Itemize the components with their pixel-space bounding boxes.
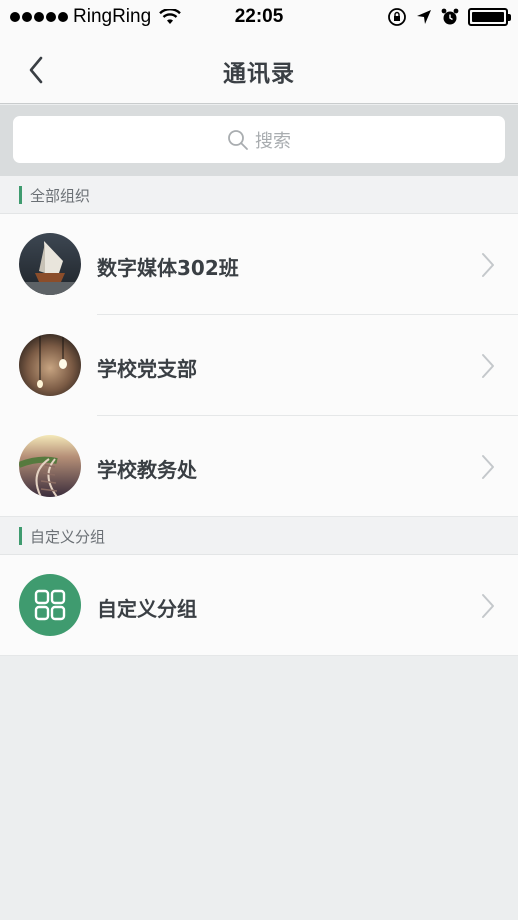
list-item-party-branch[interactable]: 学校党支部 <box>0 315 518 416</box>
page-title: 通讯录 <box>223 61 295 87</box>
section-title: 自定义分组 <box>30 528 106 546</box>
search-area: 搜索 <box>0 105 518 176</box>
section-marker <box>19 527 22 545</box>
status-bar: RingRing 22:05 <box>0 0 518 36</box>
list-item-academic-affairs[interactable]: 学校教务处 <box>0 416 518 517</box>
list-item-label: 学校党支部 <box>97 357 197 381</box>
section-marker <box>19 186 22 204</box>
location-arrow-icon <box>417 10 431 24</box>
boat-photo-avatar <box>19 233 81 295</box>
list-item-custom-groups[interactable]: 自定义分组 <box>0 555 518 656</box>
search-icon <box>228 129 248 150</box>
list-item-digital-media-class[interactable]: 数字媒体302班 <box>0 214 518 315</box>
battery-icon <box>468 8 511 26</box>
chevron-right-icon <box>482 354 494 378</box>
status-right <box>387 7 511 27</box>
list-item-label: 学校教务处 <box>97 458 197 482</box>
list-item-label: 数字媒体302班 <box>97 256 239 280</box>
chevron-right-icon <box>482 455 494 479</box>
alarm-icon <box>441 8 459 25</box>
rotation-lock-icon <box>388 8 406 26</box>
list-item-label: 自定义分组 <box>97 597 197 621</box>
railway-photo-avatar <box>19 435 81 497</box>
lightbulb-photo-avatar <box>19 334 81 396</box>
section-header-custom-groups: 自定义分组 <box>0 517 518 555</box>
navigation-bar: 通讯录 <box>0 36 518 104</box>
chevron-right-icon <box>482 594 494 618</box>
empty-area <box>0 657 518 920</box>
divider <box>0 655 518 656</box>
search-input[interactable]: 搜索 <box>13 116 505 163</box>
grid-icon <box>19 574 81 636</box>
section-title: 全部组织 <box>30 187 91 205</box>
search-placeholder: 搜索 <box>255 130 291 152</box>
section-header-all-organizations: 全部组织 <box>0 176 518 214</box>
chevron-right-icon <box>482 253 494 277</box>
